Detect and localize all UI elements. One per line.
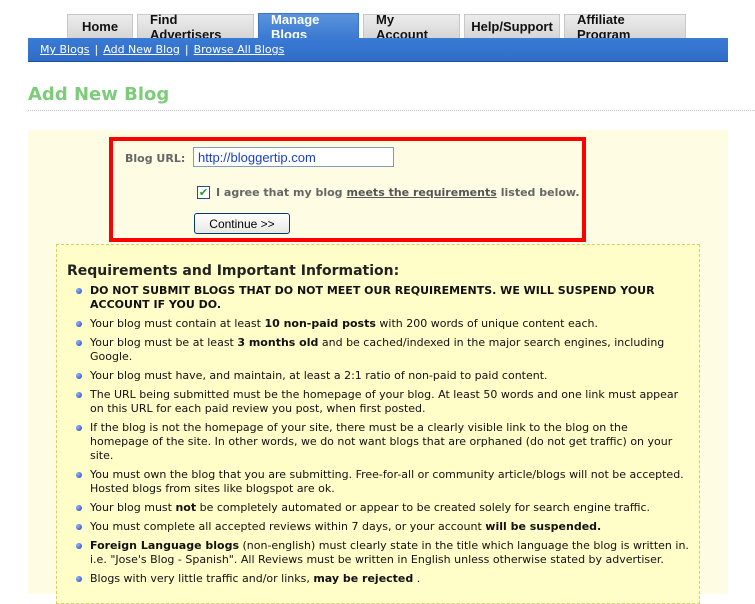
bullet-icon <box>76 425 82 431</box>
requirement-item: Foreign Language blogs (non-english) mus… <box>67 539 689 567</box>
tab-affiliate-program[interactable]: Affiliate Program <box>564 12 686 42</box>
requirement-item: You must complete all accepted reviews w… <box>67 520 689 534</box>
highlight-annotation-box <box>109 137 586 242</box>
requirement-text: Your blog must be at least <box>90 336 238 349</box>
requirement-item: Your blog must have, and maintain, at le… <box>67 369 689 383</box>
requirements-box: Requirements and Important Information: … <box>56 244 700 604</box>
requirement-text: If the blog is not the homepage of your … <box>90 421 673 462</box>
subnav-browse-all-blogs-link[interactable]: Browse All Blogs <box>194 43 285 56</box>
bullet-icon <box>76 524 82 530</box>
tab-help-support[interactable]: Help/Support <box>464 14 560 38</box>
requirement-text: be completely automated or appear to be … <box>196 501 651 514</box>
requirement-emphasis: will be suspended. <box>485 520 602 533</box>
requirement-item: Your blog must be at least 3 months old … <box>67 336 689 364</box>
requirement-emphasis: 3 months old <box>237 336 319 349</box>
requirement-item: Your blog must contain at least 10 non-p… <box>67 317 689 331</box>
requirement-emphasis: DO NOT SUBMIT BLOGS THAT DO NOT MEET OUR… <box>90 284 655 311</box>
page-title: Add New Blog <box>28 84 170 105</box>
requirement-item: If the blog is not the homepage of your … <box>67 421 689 463</box>
requirement-emphasis: not <box>175 501 197 514</box>
title-divider <box>28 110 755 111</box>
bullet-icon <box>76 288 82 294</box>
bullet-icon <box>76 543 82 549</box>
requirement-text: . <box>413 572 421 585</box>
requirement-text: You must own the blog that you are submi… <box>90 468 684 495</box>
requirement-text: The URL being submitted must be the home… <box>90 388 679 415</box>
requirement-text: Your blog must contain at least <box>90 317 265 330</box>
bullet-icon <box>76 373 82 379</box>
requirement-text: Your blog must <box>90 501 176 514</box>
main-nav-tabs: Home Find Advertisers Manage Blogs My Ac… <box>67 12 686 42</box>
requirement-emphasis: 10 non-paid posts <box>264 317 376 330</box>
sub-navigation: My Blogs | Add New Blog | Browse All Blo… <box>28 38 728 62</box>
requirement-item: You must own the blog that you are submi… <box>67 468 689 496</box>
requirement-emphasis: Foreign Language blogs <box>90 539 239 552</box>
bullet-icon <box>76 392 82 398</box>
tab-manage-blogs[interactable]: Manage Blogs <box>258 12 359 42</box>
requirement-emphasis: may be rejected <box>313 572 414 585</box>
tab-home[interactable]: Home <box>67 14 133 38</box>
subnav-separator: | <box>184 43 189 56</box>
requirement-text: Your blog must have, and maintain, at le… <box>90 369 548 382</box>
bullet-icon <box>76 472 82 478</box>
requirement-item: DO NOT SUBMIT BLOGS THAT DO NOT MEET OUR… <box>67 284 689 312</box>
requirement-item: Blogs with very little traffic and/or li… <box>67 572 689 586</box>
subnav-add-new-blog-link[interactable]: Add New Blog <box>103 43 180 56</box>
tab-my-account[interactable]: My Account <box>363 12 460 42</box>
requirement-text: Blogs with very little traffic and/or li… <box>90 572 314 585</box>
requirement-item: The URL being submitted must be the home… <box>67 388 689 416</box>
bullet-icon <box>76 576 82 582</box>
tab-find-advertisers[interactable]: Find Advertisers <box>137 12 254 42</box>
subnav-my-blogs-link[interactable]: My Blogs <box>40 43 90 56</box>
bullet-icon <box>76 505 82 511</box>
bullet-icon <box>76 321 82 327</box>
requirement-text: You must complete all accepted reviews w… <box>90 520 486 533</box>
bullet-icon <box>76 340 82 346</box>
requirement-item: Your blog must not be completely automat… <box>67 501 689 515</box>
requirements-list: DO NOT SUBMIT BLOGS THAT DO NOT MEET OUR… <box>67 284 689 586</box>
subnav-separator: | <box>94 43 99 56</box>
requirements-title: Requirements and Important Information: <box>67 263 400 279</box>
requirement-text: with 200 words of unique content each. <box>375 317 598 330</box>
